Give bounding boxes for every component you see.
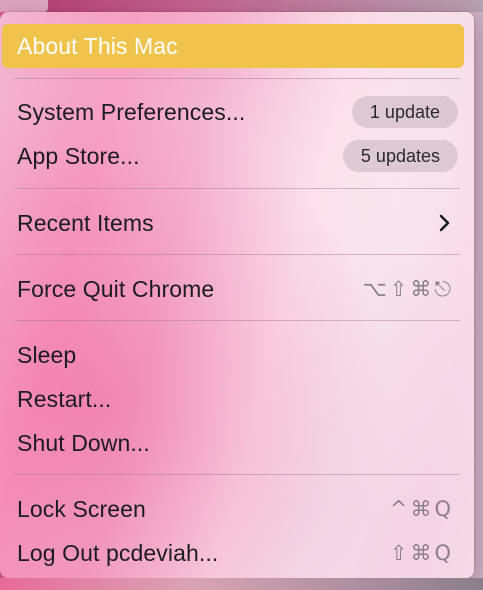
keyboard-shortcut: ⇧⌘Q bbox=[389, 541, 454, 565]
desktop-background-strip bbox=[0, 578, 483, 590]
keyboard-shortcut: ^⌘Q bbox=[389, 497, 454, 521]
menu-item-label: Sleep bbox=[17, 341, 77, 368]
update-badge: 1 update bbox=[351, 96, 458, 128]
menu-item-restart[interactable]: Restart... bbox=[0, 377, 474, 421]
apple-menu-tab[interactable] bbox=[0, 0, 48, 12]
update-badge: 5 updates bbox=[342, 140, 458, 172]
menu-item-label: System Preferences... bbox=[17, 98, 246, 125]
menu-item-label: About This Mac bbox=[17, 32, 178, 59]
menu-item-label: Log Out pcdeviah... bbox=[17, 539, 219, 566]
menu-item-sleep[interactable]: Sleep bbox=[0, 333, 474, 377]
apple-menu-dropdown: About This Mac System Preferences... 1 u… bbox=[0, 12, 474, 578]
menu-separator bbox=[14, 78, 460, 79]
keyboard-shortcut: ⌥⇧⌘⎋ bbox=[362, 276, 454, 301]
chevron-right-icon bbox=[439, 214, 450, 232]
menu-bar bbox=[0, 0, 483, 12]
menu-separator bbox=[14, 188, 460, 189]
menu-item-recent-items[interactable]: Recent Items bbox=[0, 201, 474, 245]
menu-item-label: Force Quit Chrome bbox=[17, 275, 215, 302]
menu-item-log-out[interactable]: Log Out pcdeviah... ⇧⌘Q bbox=[0, 531, 474, 575]
menu-item-force-quit[interactable]: Force Quit Chrome ⌥⇧⌘⎋ bbox=[0, 267, 474, 311]
menu-item-label: Recent Items bbox=[17, 209, 154, 236]
menu-item-label: Shut Down... bbox=[17, 429, 150, 456]
menu-item-about-this-mac[interactable]: About This Mac bbox=[2, 24, 464, 68]
menu-separator bbox=[14, 474, 460, 475]
menu-item-system-preferences[interactable]: System Preferences... 1 update bbox=[0, 90, 474, 134]
menu-separator bbox=[14, 320, 460, 321]
menu-item-app-store[interactable]: App Store... 5 updates bbox=[0, 134, 474, 178]
menu-separator bbox=[14, 254, 460, 255]
menu-item-label: App Store... bbox=[17, 142, 140, 169]
menu-item-label: Restart... bbox=[17, 385, 112, 412]
menu-item-lock-screen[interactable]: Lock Screen ^⌘Q bbox=[0, 487, 474, 531]
menu-item-shut-down[interactable]: Shut Down... bbox=[0, 421, 474, 465]
menu-item-label: Lock Screen bbox=[17, 495, 146, 522]
